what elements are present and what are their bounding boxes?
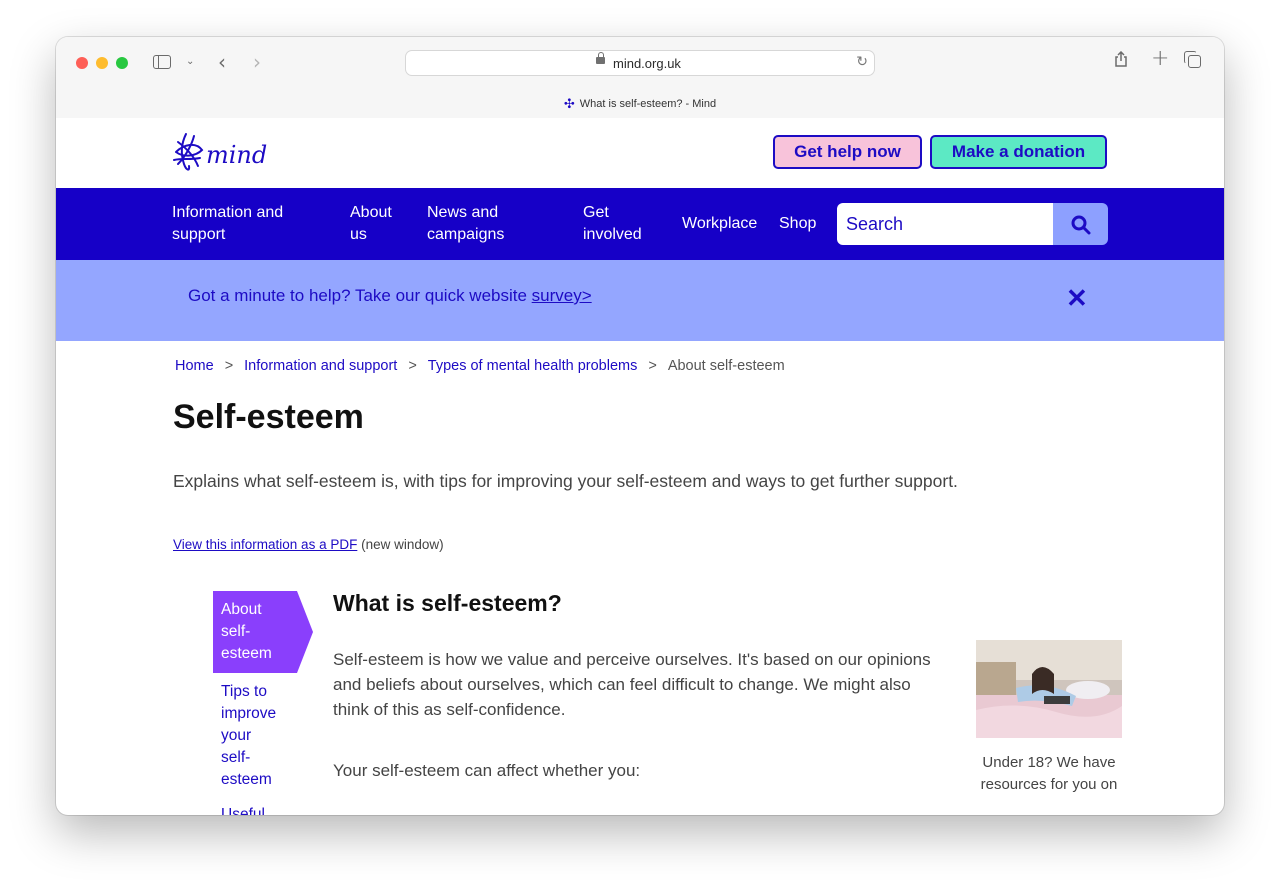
- browser-window: ⌄ ‹ › mind.org.uk ↻ + ✣ What is self-este…: [56, 37, 1224, 815]
- new-tab-icon[interactable]: +: [1151, 46, 1169, 71]
- mind-favicon-icon: ✣: [563, 96, 575, 111]
- article-paragraph: Your self-esteem can affect whether you:: [333, 761, 641, 780]
- nav-item-get-involved[interactable]: Get involved: [583, 202, 642, 246]
- survey-text: Got a minute to help? Take our quick web…: [188, 286, 592, 305]
- search-icon: [1071, 215, 1091, 235]
- make-a-donation-button[interactable]: Make a donation: [930, 135, 1107, 169]
- survey-link[interactable]: survey>: [532, 286, 592, 305]
- breadcrumb-types-of-mental-health-problems[interactable]: Types of mental health problems: [428, 358, 638, 374]
- breadcrumb-current: About self-esteem: [667, 358, 785, 374]
- breadcrumb-home[interactable]: Home: [175, 358, 214, 374]
- promo-image[interactable]: [976, 640, 1122, 738]
- pdf-line: View this information as a PDF (new wind…: [173, 537, 444, 552]
- web-page: mind Get help now Make a donation Inform…: [56, 118, 1224, 815]
- section-heading: What is self-esteem?: [333, 590, 562, 616]
- search-field: [837, 203, 1053, 245]
- breadcrumb-information-and-support[interactable]: Information and support: [244, 358, 397, 374]
- promo-caption: Under 18? We have resources for you on: [980, 754, 1118, 793]
- sidebar-toggle-icon[interactable]: [153, 55, 171, 69]
- nav-item-shop[interactable]: Shop: [779, 213, 816, 235]
- page-title: Self-esteem: [173, 398, 364, 436]
- site-header: mind Get help now Make a donation: [56, 118, 1224, 188]
- back-button[interactable]: ‹: [218, 50, 226, 74]
- breadcrumb: Home > Information and support > Types of me…: [175, 358, 785, 374]
- side-nav-item-about-self-esteem[interactable]: About self-esteem: [213, 591, 313, 673]
- close-window-button[interactable]: [76, 57, 88, 69]
- forward-button[interactable]: ›: [253, 50, 261, 74]
- svg-text:mind: mind: [206, 141, 267, 169]
- chevron-down-icon[interactable]: ⌄: [186, 56, 194, 67]
- side-nav-item-tips-to-improve[interactable]: Tips to improve your self- esteem: [221, 681, 291, 791]
- breadcrumb-separator: >: [408, 358, 417, 374]
- address-url: mind.org.uk: [613, 56, 681, 71]
- search-button[interactable]: [1053, 203, 1108, 245]
- search-input[interactable]: [837, 203, 1053, 245]
- side-nav-item-useful-contacts[interactable]: Useful contacts: [221, 804, 291, 815]
- article-paragraph: Self-esteem is how we value and perceive…: [333, 650, 931, 719]
- main-nav: Information and support About us News and c…: [56, 188, 1224, 260]
- reload-icon[interactable]: ↻: [856, 54, 868, 70]
- zoom-window-button[interactable]: [116, 57, 128, 69]
- survey-banner: Got a minute to help? Take our quick web…: [56, 260, 1224, 341]
- browser-toolbar: ⌄ ‹ › mind.org.uk ↻ + ✣ What is self-este…: [56, 37, 1224, 119]
- nav-item-news-and-campaigns[interactable]: News and campaigns: [427, 202, 504, 246]
- address-bar[interactable]: mind.org.uk ↻: [405, 50, 875, 76]
- nav-item-information-and-support[interactable]: Information and support: [172, 202, 283, 246]
- breadcrumb-separator: >: [224, 358, 234, 374]
- tab-title[interactable]: ✣ What is self-esteem? - Mind: [56, 96, 1224, 112]
- nav-item-workplace[interactable]: Workplace: [682, 213, 757, 235]
- mind-logo[interactable]: mind: [172, 130, 276, 176]
- close-icon[interactable]: ✕: [1066, 285, 1088, 311]
- nav-item-about-us[interactable]: About us: [350, 202, 392, 246]
- tab-overview-icon[interactable]: [1184, 51, 1201, 68]
- minimize-window-button[interactable]: [96, 57, 108, 69]
- lock-icon: [596, 52, 605, 64]
- breadcrumb-separator: >: [648, 358, 657, 374]
- view-pdf-link[interactable]: View this information as a PDF: [173, 537, 357, 552]
- get-help-now-button[interactable]: Get help now: [773, 135, 922, 169]
- share-icon[interactable]: [1114, 51, 1128, 67]
- teen-on-bed-photo: [976, 640, 1122, 738]
- page-intro: Explains what self-esteem is, with tips …: [173, 471, 958, 491]
